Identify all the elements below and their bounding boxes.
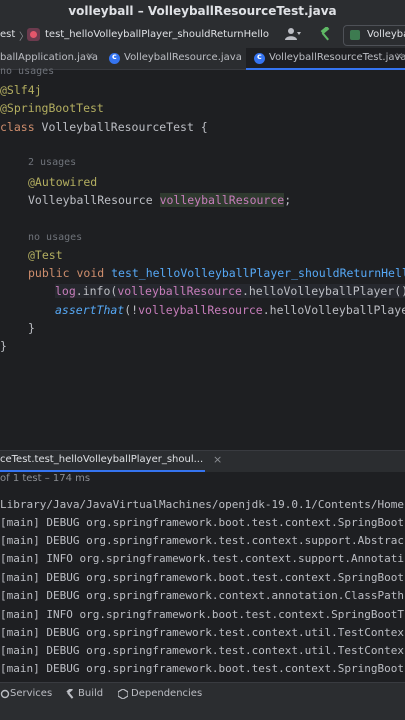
console-output[interactable]: Library/Java/JavaVirtualMachines/openjdk… <box>0 492 405 682</box>
tab-label: ballApplication.java <box>0 52 99 63</box>
class-name: VolleyballResourceTest { <box>41 120 208 134</box>
assert-call: assertThat <box>55 303 125 317</box>
tab-volleyball-resource-test[interactable]: VolleyballResourceTest.java × <box>246 48 405 70</box>
assert-method-call: .helloVolleyballPlayer( <box>262 303 405 317</box>
test-method-icon <box>27 28 40 41</box>
console-line: [main] DEBUG org.springframework.test.co… <box>0 534 404 547</box>
tool-window-bar: Services Build Dependencies <box>0 682 405 707</box>
console-line: [main] DEBUG org.springframework.test.co… <box>0 626 404 639</box>
console-line: [main] INFO org.springframework.boot.tes… <box>0 608 404 621</box>
run-panel-header: ceTest.test_helloVolleyballPlayer_shoul.… <box>0 450 405 472</box>
log-arg-call: .helloVolleyballPlayer()) <box>241 284 405 298</box>
log-var: log <box>55 284 76 298</box>
code-line-autowired: @Autowired <box>28 175 98 189</box>
tab-volleyball-resource[interactable]: VolleyballResource.java <box>103 48 243 69</box>
keyword-public: public <box>28 266 77 280</box>
usages-hint: 2 usages <box>28 157 77 168</box>
tab-label: VolleyballResource.java <box>124 52 242 63</box>
console-line: [main] DEBUG org.springframework.test.co… <box>0 644 404 657</box>
editor-tabs: ballApplication.java × VolleyballResourc… <box>0 48 405 70</box>
code-line-method: public void test_helloVolleyballPlayer_s… <box>28 266 405 280</box>
field-type: VolleyballResource <box>28 193 160 207</box>
title-bar: volleyball – VolleyballResourceTest.java <box>0 0 405 22</box>
console-line: [main] INFO org.springframework.test.con… <box>0 552 404 565</box>
run-configuration-selector[interactable]: Volleyba <box>343 25 405 46</box>
code-line-assert: assertThat(!volleyballResource.helloVoll… <box>55 303 405 317</box>
keyword-class: class <box>0 120 42 134</box>
code-line-springboottest: @SpringBootTest <box>0 101 104 115</box>
console-line: [main] DEBUG org.springframework.context… <box>0 589 404 602</box>
field-name: volleyballResource <box>159 193 285 207</box>
close-icon[interactable]: × <box>213 453 222 466</box>
code-line-log: log.info(volleyballResource.helloVolleyb… <box>55 284 405 298</box>
code-editor[interactable]: no usages @Slf4j @SpringBootTest class V… <box>0 66 405 450</box>
services-button[interactable]: Services <box>10 688 52 699</box>
method-name: test_helloVolleyballPlayer_shouldReturnH… <box>111 266 405 280</box>
usages-hint: no usages <box>28 232 83 243</box>
class-icon <box>254 52 265 64</box>
window-title: volleyball – VolleyballResourceTest.java <box>68 4 337 18</box>
run-tab-label[interactable]: ceTest.test_helloVolleyballPlayer_shoul.… <box>0 454 203 465</box>
services-icon <box>0 689 10 699</box>
console-line: [main] DEBUG org.springframework.boot.te… <box>0 571 404 584</box>
code-line-slf4j: @Slf4j <box>0 83 42 97</box>
console-line: Library/Java/JavaVirtualMachines/openjdk… <box>0 498 404 511</box>
console-line: [main] DEBUG org.springframework.boot.te… <box>0 662 404 675</box>
build-icon <box>66 689 74 699</box>
code-line-test: @Test <box>28 248 63 262</box>
code-line-field: VolleyballResource volleyballResource; <box>28 193 291 207</box>
user-icon[interactable] <box>285 27 301 41</box>
breadcrumb-class[interactable]: est <box>0 29 15 40</box>
code-line-class: class VolleyballResourceTest { <box>0 120 208 134</box>
log-arg-field: volleyballResource <box>117 284 242 298</box>
dependencies-button[interactable]: Dependencies <box>131 688 202 699</box>
status-bar <box>0 706 405 720</box>
test-status: of 1 test – 174 ms <box>0 473 405 491</box>
code-line-close-class: } <box>0 339 7 353</box>
run-config-label: Volleyba <box>367 29 405 40</box>
usages-hint: no usages <box>0 66 55 77</box>
assert-field: volleyballResource <box>138 303 263 317</box>
semicolon: ; <box>284 193 292 207</box>
close-icon[interactable]: × <box>395 51 403 62</box>
tab-label: VolleyballResourceTest.java <box>269 52 405 63</box>
run-config-icon <box>350 30 360 40</box>
code-line-close-method: } <box>28 321 35 335</box>
run-tab-indicator <box>0 470 205 472</box>
breadcrumb-method[interactable]: test_helloVolleyballPlayer_shouldReturnH… <box>45 29 269 40</box>
assert-open: (! <box>124 303 139 317</box>
test-status-text: of 1 test – 174 ms <box>0 473 91 484</box>
navigation-bar: est 〉 test_helloVolleyballPlayer_shouldR… <box>0 22 405 49</box>
hammer-icon[interactable] <box>318 27 332 41</box>
console-line: [main] DEBUG org.springframework.boot.te… <box>0 516 404 529</box>
class-icon <box>109 52 120 64</box>
close-icon[interactable]: × <box>86 51 94 62</box>
build-button[interactable]: Build <box>78 688 103 699</box>
keyword-void: void <box>76 266 112 280</box>
dependencies-icon <box>118 689 128 699</box>
info-call: .info( <box>75 284 118 298</box>
